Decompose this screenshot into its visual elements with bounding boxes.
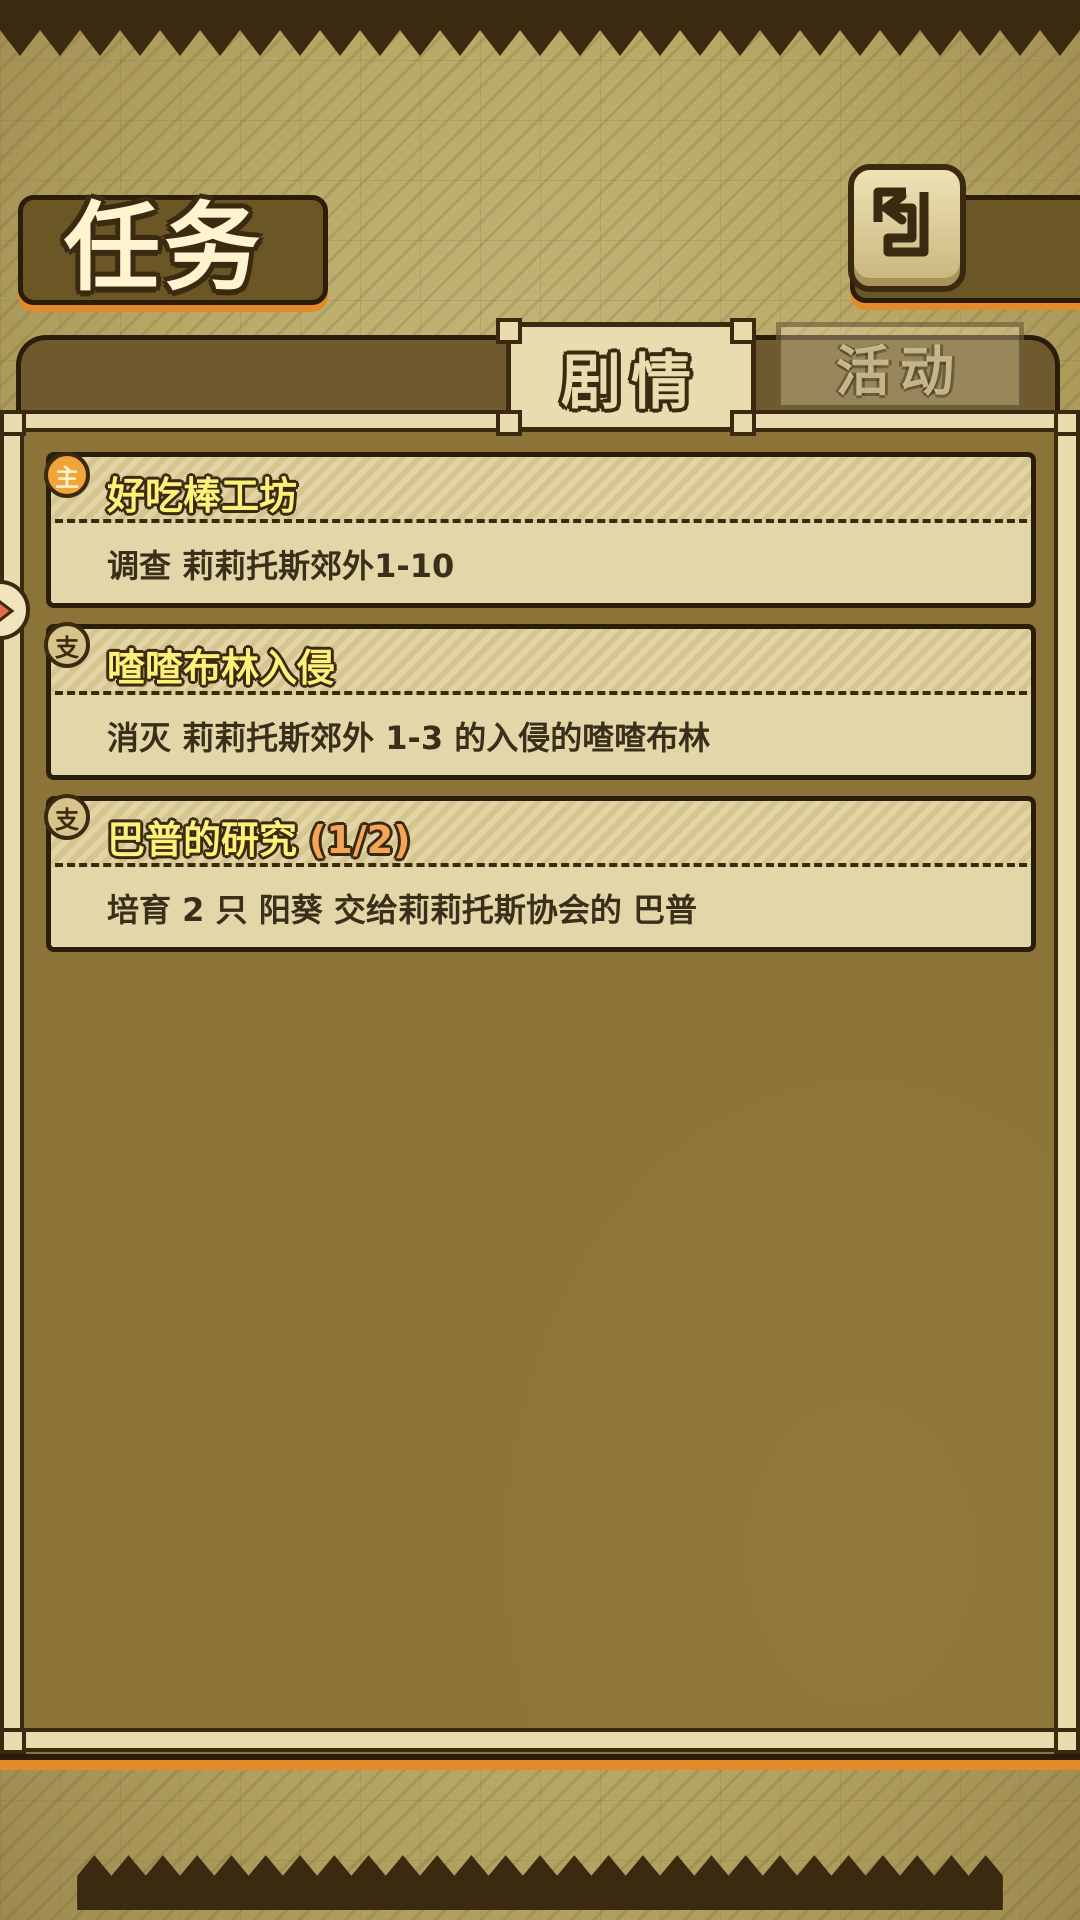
tab-post [496, 318, 522, 344]
page-title: 任务 [64, 191, 264, 304]
tab-event-label: 活动 [836, 339, 964, 403]
side-quest-badge: 支 [44, 794, 90, 840]
torn-edge-top [0, 0, 1080, 56]
tab-post [730, 318, 756, 344]
panel-rail-right [1054, 410, 1080, 1750]
quest-header: 喳喳布林入侵 [51, 629, 1031, 691]
main-quest-badge: 主 [44, 452, 90, 498]
quest-body: 培育 2 只 阳葵 交给莉莉托斯协会的 巴普 [51, 867, 1031, 947]
quest-header: 好吃棒工坊 [51, 457, 1031, 519]
quest-title: 喳喳布林入侵 [107, 646, 336, 690]
rail-post [1054, 1728, 1080, 1754]
quest-description: 消灭 莉莉托斯郊外 1-3 的入侵的喳喳布林 [107, 719, 711, 757]
quest-item[interactable]: 好吃棒工坊 调查 莉莉托斯郊外1-10 [46, 452, 1036, 608]
back-return-icon [873, 187, 929, 257]
rail-post [0, 1728, 26, 1754]
quest-progress: (1/2) [309, 818, 411, 862]
quest-panel [0, 410, 1080, 1760]
tab-event[interactable]: 活动 [776, 322, 1024, 410]
panel-rail-top [0, 410, 515, 432]
tab-story-label: 剧情 [561, 347, 701, 418]
quest-description: 调查 莉莉托斯郊外1-10 [107, 547, 455, 585]
tab-post [496, 410, 522, 436]
quest-body: 调查 莉莉托斯郊外1-10 [51, 523, 1031, 603]
rail-post [0, 410, 26, 436]
tab-post [730, 410, 756, 436]
panel-rail-top [752, 410, 1080, 432]
quest-item[interactable]: 巴普的研究 (1/2) 培育 2 只 阳葵 交给莉莉托斯协会的 巴普 [46, 796, 1036, 952]
quest-body: 消灭 莉莉托斯郊外 1-3 的入侵的喳喳布林 [51, 695, 1031, 775]
chevron-right-icon [0, 600, 15, 622]
quest-item[interactable]: 喳喳布林入侵 消灭 莉莉托斯郊外 1-3 的入侵的喳喳布林 [46, 624, 1036, 780]
quest-title-text: 巴普的研究 [107, 818, 298, 862]
quest-header: 巴普的研究 (1/2) [51, 801, 1031, 863]
back-button[interactable] [848, 164, 966, 292]
tab-story[interactable]: 剧情 [506, 322, 756, 432]
quest-title: 好吃棒工坊 [107, 474, 298, 518]
torn-edge-bottom [77, 1855, 1003, 1910]
quest-description: 培育 2 只 阳葵 交给莉莉托斯协会的 巴普 [107, 891, 697, 929]
panel-rail-bottom [0, 1728, 1080, 1752]
rail-post [1054, 410, 1080, 436]
quest-title: 巴普的研究 (1/2) [107, 809, 411, 864]
side-quest-badge: 支 [44, 622, 90, 668]
